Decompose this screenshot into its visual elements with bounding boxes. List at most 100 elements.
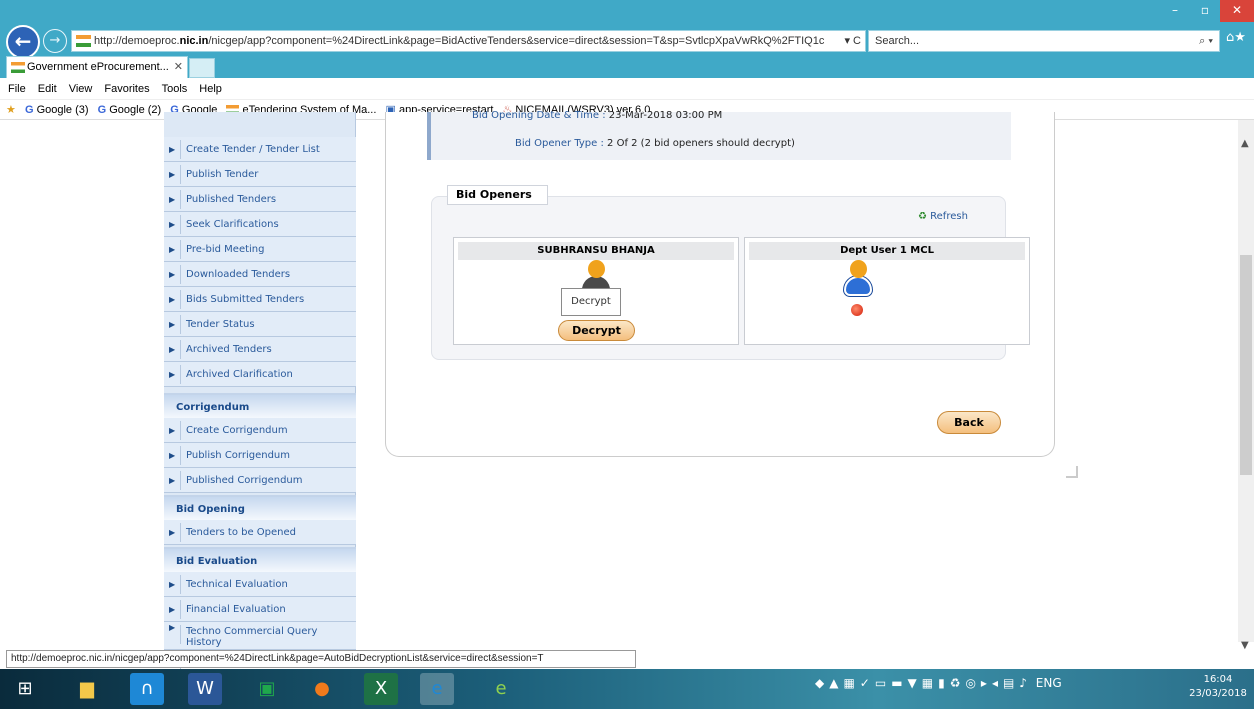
menu-view[interactable]: View [69, 83, 93, 95]
sidebar-item[interactable]: ▶ Financial Evaluation [164, 597, 356, 622]
url-suffix: /nicgep/app?component=%24DirectLink&page… [208, 35, 825, 47]
sidebar-item[interactable]: ▶ Published Corrigendum [164, 468, 356, 493]
fav-label: Google (2) [109, 104, 162, 116]
search-box[interactable]: Search... ⌕ ▾ [868, 30, 1220, 52]
sidebar-item-label: Techno Commercial Query History [186, 626, 318, 648]
sidebar-item-label: Bids Submitted Tenders [186, 294, 305, 305]
fav-label: Google (3) [36, 104, 89, 116]
sidebar-item[interactable]: ▶ Downloaded Tenders [164, 262, 356, 287]
refresh-icon: ♻ [918, 211, 927, 222]
sidebar-item[interactable]: ▶ Seek Clarifications [164, 212, 356, 237]
google-icon: G [24, 104, 34, 116]
file-explorer-icon[interactable]: ▆ [70, 673, 104, 705]
arrow-icon: ▶ [169, 605, 176, 614]
windows-start-icon[interactable]: ⊞ [8, 673, 42, 705]
arrow-icon: ▶ [169, 580, 176, 589]
sidebar-item[interactable]: ▶ Techno Commercial Query History [164, 622, 356, 650]
sidebar-item-label: Financial Evaluation [186, 604, 286, 615]
internet-explorer-icon[interactable]: e [420, 673, 454, 705]
sidebar-item[interactable]: ▶ Archived Tenders [164, 337, 356, 362]
new-tab-button[interactable] [189, 58, 215, 78]
site-favicon-icon [76, 35, 91, 47]
arrow-icon: ▶ [169, 145, 176, 154]
browser-forward-button[interactable]: → [43, 29, 67, 53]
sidebar-item[interactable]: ▶ Publish Corrigendum [164, 443, 356, 468]
sidebar-item-label: Published Tenders [186, 194, 277, 205]
bid-opener-type-row: Bid Opener Type : 2 Of 2 (2 bid openers … [515, 138, 795, 149]
arrow-icon: ▶ [169, 195, 176, 204]
scroll-thumb[interactable] [1240, 255, 1252, 475]
sidebar-item-label: Technical Evaluation [186, 579, 288, 590]
sidebar-item[interactable]: ▶ Tender Status [164, 312, 356, 337]
sidebar-item[interactable]: ▶ Technical Evaluation [164, 572, 356, 597]
sidebar-item-label: Pre-bid Meeting [186, 244, 265, 255]
minimize-button[interactable]: – [1160, 0, 1190, 22]
fav-google-2[interactable]: G Google (2) [98, 100, 162, 120]
scroll-up-icon[interactable]: ▲ [1241, 138, 1249, 149]
scroll-down-icon[interactable]: ▼ [1241, 640, 1249, 651]
tab-title: Government eProcurement... [27, 61, 169, 73]
excel-icon[interactable]: X [364, 673, 398, 705]
browser-back-button[interactable]: ← [6, 25, 40, 59]
arrow-icon: ▶ [169, 370, 176, 379]
sidebar-item[interactable]: ▶ Publish Tender [164, 162, 356, 187]
sidebar-item[interactable]: ▶ Bids Submitted Tenders [164, 287, 356, 312]
menu-file[interactable]: File [8, 83, 26, 95]
sidebar-item[interactable]: ▶ Tenders to be Opened [164, 520, 356, 545]
menu-tools[interactable]: Tools [162, 83, 188, 95]
close-tab-icon[interactable]: ✕ [174, 57, 183, 78]
user-avatar-icon [843, 260, 873, 300]
arrow-icon: ▶ [169, 528, 176, 537]
arrow-icon: ▶ [169, 170, 176, 179]
arrow-icon: ▶ [169, 270, 176, 279]
sidebar-item-label: Seek Clarifications [186, 219, 279, 230]
sidebar-item[interactable]: ▶ Pre-bid Meeting [164, 237, 356, 262]
maximize-button[interactable]: ▫ [1190, 0, 1220, 22]
sidebar-item[interactable]: ▶ Create Corrigendum [164, 418, 356, 443]
decrypt-button[interactable]: Decrypt [558, 320, 635, 341]
sidebar-item-label: Archived Tenders [186, 344, 272, 355]
clock-date: 23/03/2018 [1189, 688, 1247, 699]
back-button[interactable]: Back [937, 411, 1001, 434]
tab-government-eprocurement[interactable]: Government eProcurement... ✕ [6, 56, 188, 78]
taskbar: ⊞ ▆ ∩ W ▣ ● X e e [0, 669, 1254, 709]
opener-card-2: Dept User 1 MCL [744, 237, 1030, 345]
sidebar-item[interactable]: ▶ Archived Clarification [164, 362, 356, 387]
address-bar[interactable]: http://demoeproc.nic.in/nicgep/app?compo… [71, 30, 866, 52]
address-controls[interactable]: ▾ C [844, 31, 861, 51]
store-icon[interactable]: ▣ [250, 673, 284, 705]
search-icon[interactable]: ⌕ ▾ [1199, 31, 1213, 51]
tray-icons[interactable]: ◆▲▦✓▭▬▼▦▮♻◎▸◂▤♪ [815, 676, 1032, 690]
menu-favorites[interactable]: Favorites [104, 83, 149, 95]
ie-pinned-icon[interactable]: e [484, 673, 518, 705]
sidebar-item-label: Publish Corrigendum [186, 450, 291, 461]
headphones-app-icon[interactable]: ∩ [130, 673, 164, 705]
taskbar-clock[interactable]: 16:04 23/03/2018 [1188, 673, 1248, 701]
language-indicator[interactable]: ENG [1036, 676, 1062, 690]
arrow-icon: ▶ [169, 426, 176, 435]
refresh-link[interactable]: ♻ Refresh [918, 211, 968, 222]
url-domain: nic.in [179, 35, 209, 47]
firefox-icon[interactable]: ● [305, 673, 339, 705]
word-icon[interactable]: W [188, 673, 222, 705]
arrow-icon: ▶ [169, 623, 176, 632]
clock-time: 16:04 [1203, 674, 1233, 685]
menu-help[interactable]: Help [199, 83, 222, 95]
tender-info-box: Bid Opening Date & Time : 23-Mar-2018 03… [427, 111, 1011, 160]
fav-google-3[interactable]: G Google (3) [25, 100, 89, 120]
sidebar-item-label: Create Corrigendum [186, 425, 288, 436]
arrow-icon: ▶ [169, 345, 176, 354]
vertical-scrollbar[interactable]: ▲ ▼ [1238, 120, 1254, 651]
menu-edit[interactable]: Edit [38, 83, 57, 95]
sidebar-item[interactable]: ▶ Published Tenders [164, 187, 356, 212]
section-bid-opening: Bid Opening [164, 495, 356, 520]
favorites-star-icon[interactable]: ★ [6, 100, 16, 120]
arrow-icon: ▶ [169, 220, 176, 229]
bid-opening-row: Bid Opening Date & Time : 23-Mar-2018 03… [472, 111, 722, 121]
sidebar-item[interactable]: ▶ Create Tender / Tender List [164, 137, 356, 162]
window-controls: – ▫ ✕ [1160, 0, 1254, 24]
bid-opener-type-label: Bid Opener Type : [515, 138, 604, 149]
close-window-button[interactable]: ✕ [1220, 0, 1254, 22]
favorites-star-icon[interactable]: ★ [1234, 30, 1246, 45]
bid-openers-title: Bid Openers [447, 185, 548, 205]
